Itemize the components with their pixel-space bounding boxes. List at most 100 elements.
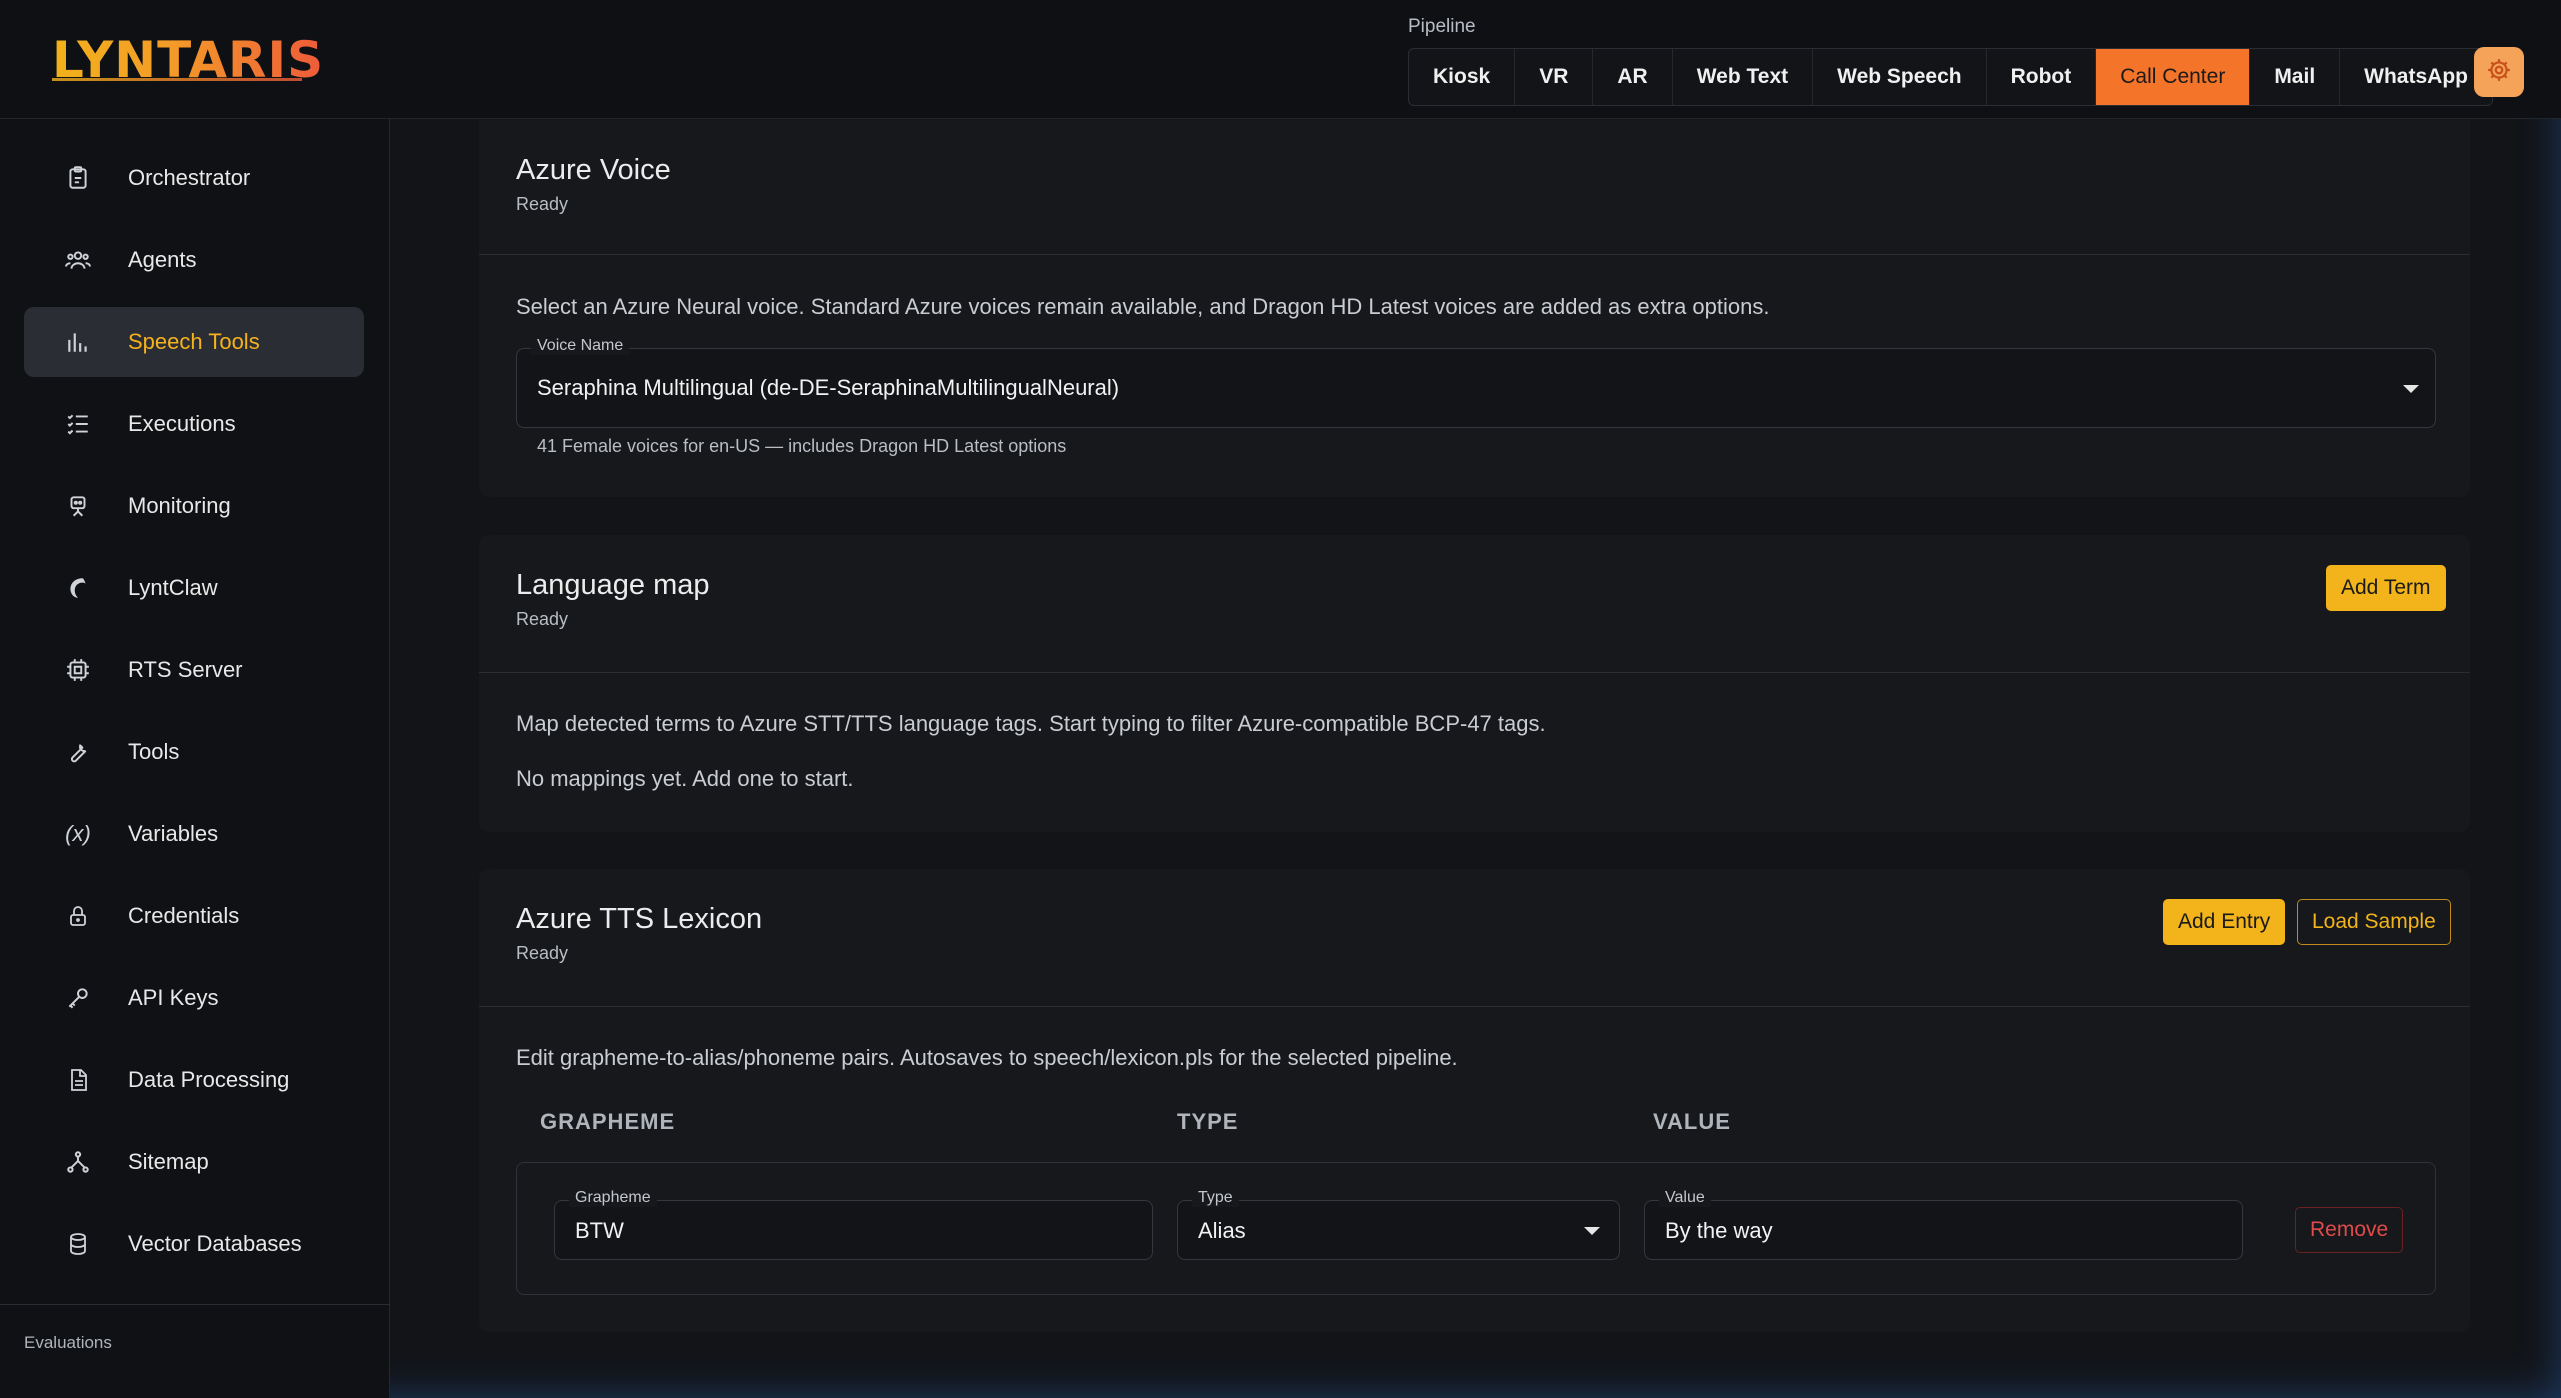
pipeline-tab-ar[interactable]: AR: [1593, 49, 1673, 105]
sidebar-item-label: Sitemap: [128, 1149, 209, 1174]
users-icon: [58, 247, 98, 273]
grapheme-value: BTW: [575, 1218, 624, 1243]
top-header: LYNTARIS Pipeline Kiosk VR AR Web Text W…: [0, 0, 2561, 119]
variable-icon: (x): [65, 821, 91, 846]
azure-voice-status: Ready: [516, 194, 569, 214]
type-value: Alias: [1198, 1218, 1246, 1243]
type-field-label: Type: [1192, 1189, 1239, 1207]
pipeline-tab-web-speech[interactable]: Web Speech: [1813, 49, 1987, 105]
pipeline-tab-whatsapp[interactable]: WhatsApp: [2340, 49, 2492, 105]
type-select[interactable]: Type Alias: [1177, 1189, 1620, 1260]
wrench-icon: [58, 739, 98, 765]
sidebar-item-label: LyntClaw: [128, 575, 218, 600]
sidebar-item-sitemap[interactable]: Sitemap: [24, 1127, 364, 1197]
key-icon: [58, 985, 98, 1011]
sidebar-item-tools[interactable]: Tools: [24, 717, 364, 787]
grapheme-field-label: Grapheme: [569, 1189, 657, 1207]
sidebar-section-evaluations: Evaluations: [24, 1333, 112, 1352]
app-window: LYNTARIS Pipeline Kiosk VR AR Web Text W…: [0, 0, 2561, 1398]
language-map-description: Map detected terms to Azure STT/TTS lang…: [516, 711, 1546, 736]
column-header-type: TYPE: [1177, 1109, 1239, 1134]
sidebar-item-vector-databases[interactable]: Vector Databases: [24, 1209, 364, 1279]
chevron-down-icon: [2403, 385, 2419, 393]
sitemap-icon: [58, 1149, 98, 1175]
pipeline-label: Pipeline: [1408, 16, 1476, 37]
pipeline-tab-robot[interactable]: Robot: [1987, 49, 2097, 105]
azure-voice-card: Azure Voice Ready Select an Azure Neural…: [479, 120, 2470, 497]
sidebar-item-label: RTS Server: [128, 657, 243, 682]
sidebar-item-label: Vector Databases: [128, 1231, 302, 1256]
sidebar-item-speech-tools[interactable]: Speech Tools: [24, 307, 364, 377]
sidebar-item-label: Variables: [128, 821, 219, 846]
sidebar-item-rts-server[interactable]: RTS Server: [24, 635, 364, 705]
language-map-title: Language map: [516, 569, 710, 601]
settings-button[interactable]: [2474, 47, 2524, 97]
sidebar-item-label: Speech Tools: [128, 329, 260, 354]
voice-name-label: Voice Name: [531, 337, 630, 355]
database-icon: [58, 1231, 98, 1257]
sidebar-item-label: Agents: [128, 247, 197, 272]
lock-icon: [58, 903, 98, 929]
language-map-status: Ready: [516, 609, 569, 629]
sidebar-item-label: Monitoring: [128, 493, 231, 518]
load-sample-button[interactable]: Load Sample: [2297, 899, 2451, 945]
sidebar-item-label: API Keys: [128, 985, 219, 1010]
sidebar-item-data-processing[interactable]: Data Processing: [24, 1045, 364, 1115]
add-term-button[interactable]: Add Term: [2326, 565, 2446, 611]
pipeline-tab-kiosk[interactable]: Kiosk: [1409, 49, 1516, 105]
robot-icon: [58, 493, 98, 519]
sidebar-divider: [0, 1304, 390, 1305]
voice-name-value: Seraphina Multilingual (de-DE-SeraphinaM…: [537, 375, 1120, 400]
lexicon-entry-row: Grapheme BTW Type Alias Value By the way…: [516, 1162, 2436, 1295]
sidebar-item-variables[interactable]: (x) Variables: [24, 799, 364, 869]
sidebar-item-label: Executions: [128, 411, 236, 436]
claw-icon: [58, 575, 98, 601]
sidebar-item-credentials[interactable]: Credentials: [24, 881, 364, 951]
pipeline-tabs: Kiosk VR AR Web Text Web Speech Robot Ca…: [1408, 48, 2493, 106]
value-input[interactable]: Value By the way: [1644, 1189, 2243, 1260]
sidebar-item-label: Orchestrator: [128, 165, 251, 190]
lexicon-status: Ready: [516, 943, 569, 963]
pipeline-tab-call-center[interactable]: Call Center: [2096, 49, 2251, 105]
clipboard-icon: [58, 165, 98, 191]
grapheme-input[interactable]: Grapheme BTW: [554, 1189, 1153, 1260]
sidebar-item-label: Data Processing: [128, 1067, 290, 1092]
sidebar-item-api-keys[interactable]: API Keys: [24, 963, 364, 1033]
language-map-empty-text: No mappings yet. Add one to start.: [516, 766, 854, 791]
remove-entry-button[interactable]: Remove: [2295, 1207, 2404, 1253]
bar-chart-icon: [58, 329, 98, 355]
azure-voice-description: Select an Azure Neural voice. Standard A…: [516, 294, 1770, 319]
sidebar-item-orchestrator[interactable]: Orchestrator: [24, 143, 364, 213]
sidebar-item-agents[interactable]: Agents: [24, 225, 364, 295]
pipeline-tab-mail[interactable]: Mail: [2250, 49, 2341, 105]
lexicon-description: Edit grapheme-to-alias/phoneme pairs. Au…: [516, 1045, 1458, 1070]
voice-name-select[interactable]: Voice Name Seraphina Multilingual (de-DE…: [516, 337, 2436, 428]
server-icon: [58, 657, 98, 683]
lexicon-title: Azure TTS Lexicon: [516, 903, 763, 935]
card-divider: [479, 254, 2470, 255]
column-header-value: VALUE: [1653, 1109, 1731, 1134]
gear-icon: [2486, 57, 2512, 88]
add-entry-button[interactable]: Add Entry: [2163, 899, 2286, 945]
pipeline-tab-vr[interactable]: VR: [1515, 49, 1594, 105]
sidebar-item-monitoring[interactable]: Monitoring: [24, 471, 364, 541]
column-header-grapheme: GRAPHEME: [540, 1109, 676, 1134]
list-check-icon: [58, 411, 98, 437]
voice-helper-text: 41 Female voices for en-US — includes Dr…: [537, 436, 1067, 456]
chevron-down-icon: [1584, 1227, 1600, 1235]
card-divider: [479, 672, 2470, 673]
pipeline-tab-web-text[interactable]: Web Text: [1673, 49, 1814, 105]
sidebar-item-label: Credentials: [128, 903, 240, 928]
lexicon-card: Azure TTS Lexicon Ready Add Entry Load S…: [479, 869, 2470, 1332]
language-map-card: Language map Ready Add Term Map detected…: [479, 535, 2470, 832]
value-value: By the way: [1665, 1218, 1773, 1243]
sidebar-item-label: Tools: [128, 739, 180, 764]
document-icon: [58, 1067, 98, 1093]
lyntaris-logo[interactable]: LYNTARIS: [52, 30, 324, 90]
logo-circuit-decoration: [52, 78, 302, 81]
card-divider: [479, 1006, 2470, 1007]
sidebar: Orchestrator Agents Speech Tools Executi…: [0, 119, 390, 1398]
sidebar-item-executions[interactable]: Executions: [24, 389, 364, 459]
azure-voice-title: Azure Voice: [516, 154, 671, 186]
sidebar-item-lyntclaw[interactable]: LyntClaw: [24, 553, 364, 623]
